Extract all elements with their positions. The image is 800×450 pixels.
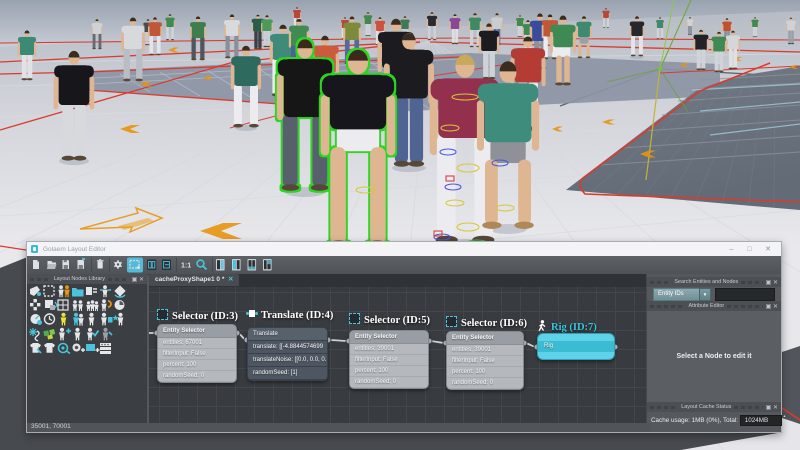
svg-text:1:1: 1:1	[181, 263, 191, 270]
